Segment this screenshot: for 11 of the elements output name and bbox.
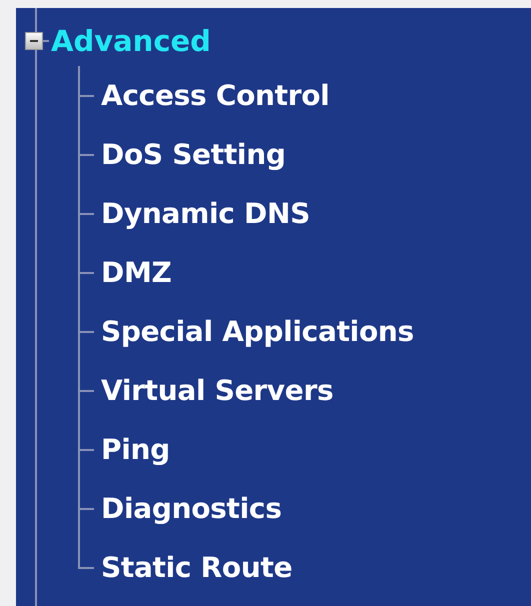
tree-item[interactable]: Static Route [101,552,292,584]
tree-item[interactable]: Diagnostics [101,492,282,524]
tree-item[interactable]: Ping [101,434,170,466]
tree-item[interactable]: Dynamic DNS [101,198,310,230]
tree-node-label[interactable]: Advanced [51,26,211,56]
tree-item[interactable]: DoS Setting [101,138,286,170]
tree-item[interactable]: Access Control [101,80,330,112]
tree-item[interactable]: DMZ [101,256,172,288]
tree-item[interactable]: Virtual Servers [101,374,334,406]
tree-item[interactable]: Special Applications [101,316,414,348]
collapse-icon[interactable] [25,32,43,50]
